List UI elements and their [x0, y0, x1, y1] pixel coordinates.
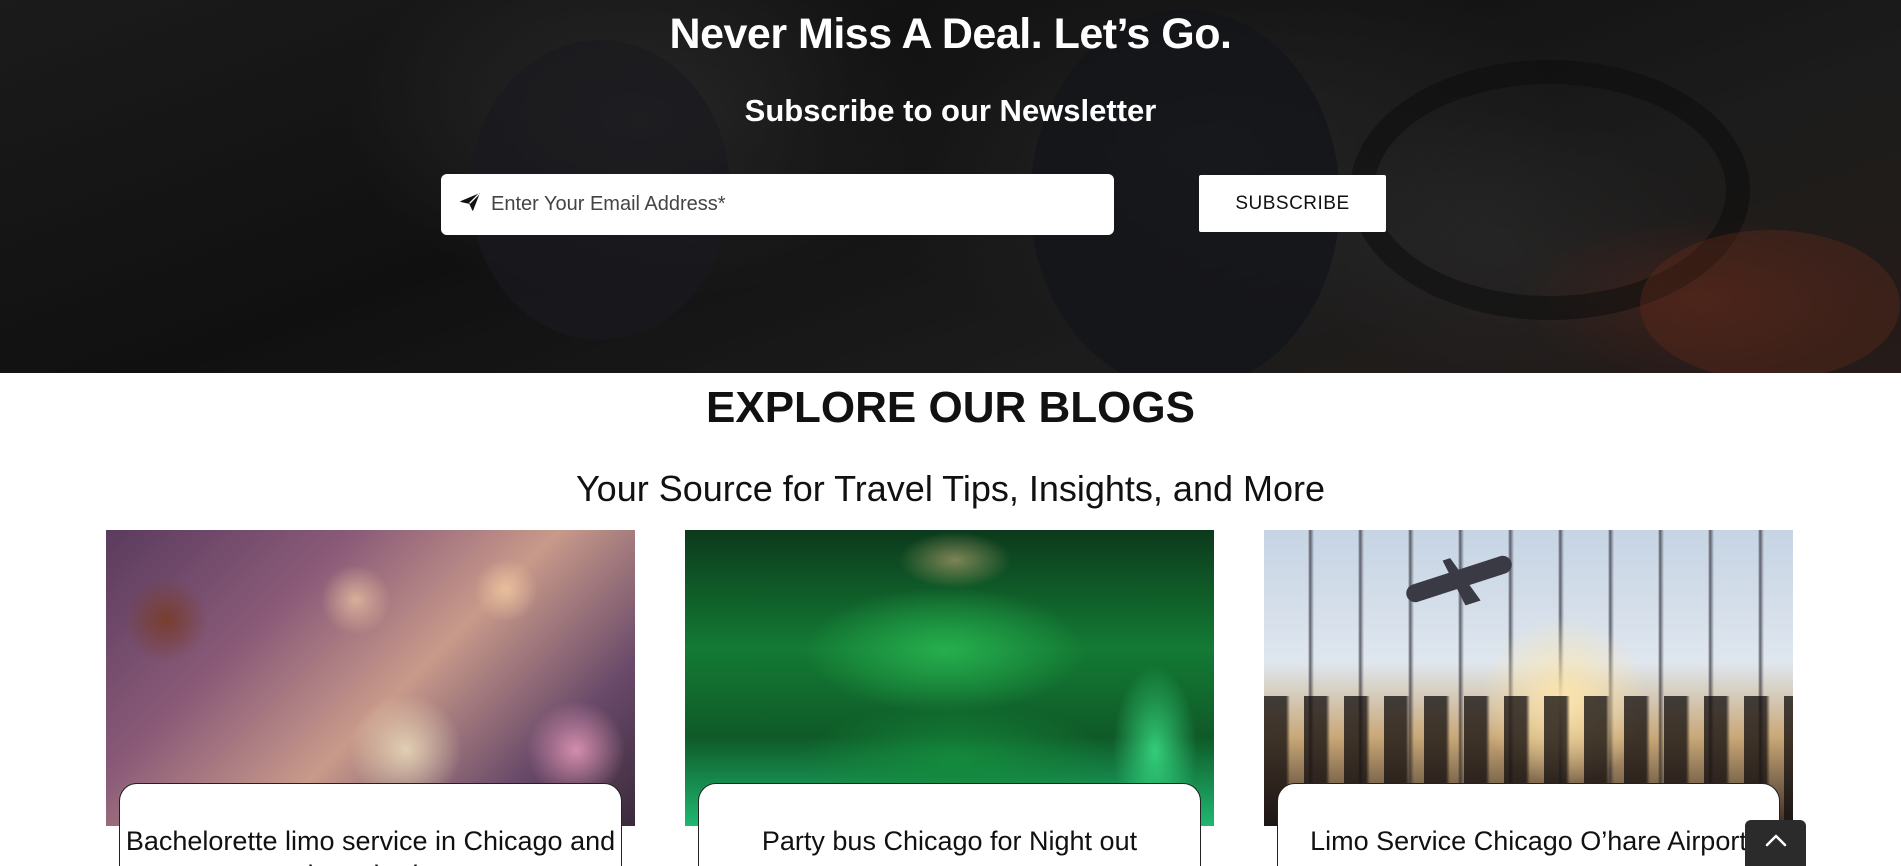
- newsletter-subtitle: Subscribe to our Newsletter: [744, 93, 1157, 128]
- subscribe-button[interactable]: SUBSCRIBE: [1199, 175, 1386, 232]
- blog-card-title[interactable]: Party bus Chicago for Night out: [698, 783, 1201, 866]
- newsletter-title: Never Miss A Deal. Let’s Go.: [669, 10, 1232, 58]
- blogs-subtitle: Your Source for Travel Tips, Insights, a…: [575, 468, 1326, 509]
- chevron-up-icon: [1764, 832, 1788, 866]
- paper-plane-icon: [459, 191, 481, 218]
- email-field-container[interactable]: [441, 174, 1114, 235]
- blogs-title: EXPLORE OUR BLOGS: [706, 383, 1195, 432]
- blog-card-image-bachelorette[interactable]: [106, 530, 635, 826]
- blog-card-image-airport[interactable]: [1264, 530, 1793, 826]
- blog-card-title[interactable]: Bachelorette limo service in Chicago and…: [119, 783, 622, 866]
- blog-card-title[interactable]: Limo Service Chicago O’hare Airport: [1277, 783, 1780, 866]
- email-input[interactable]: [491, 193, 1091, 216]
- newsletter-hero: Never Miss A Deal. Let’s Go. Subscribe t…: [0, 0, 1901, 373]
- scroll-to-top-button[interactable]: [1745, 820, 1806, 866]
- blog-card-image-party-bus[interactable]: [685, 530, 1214, 826]
